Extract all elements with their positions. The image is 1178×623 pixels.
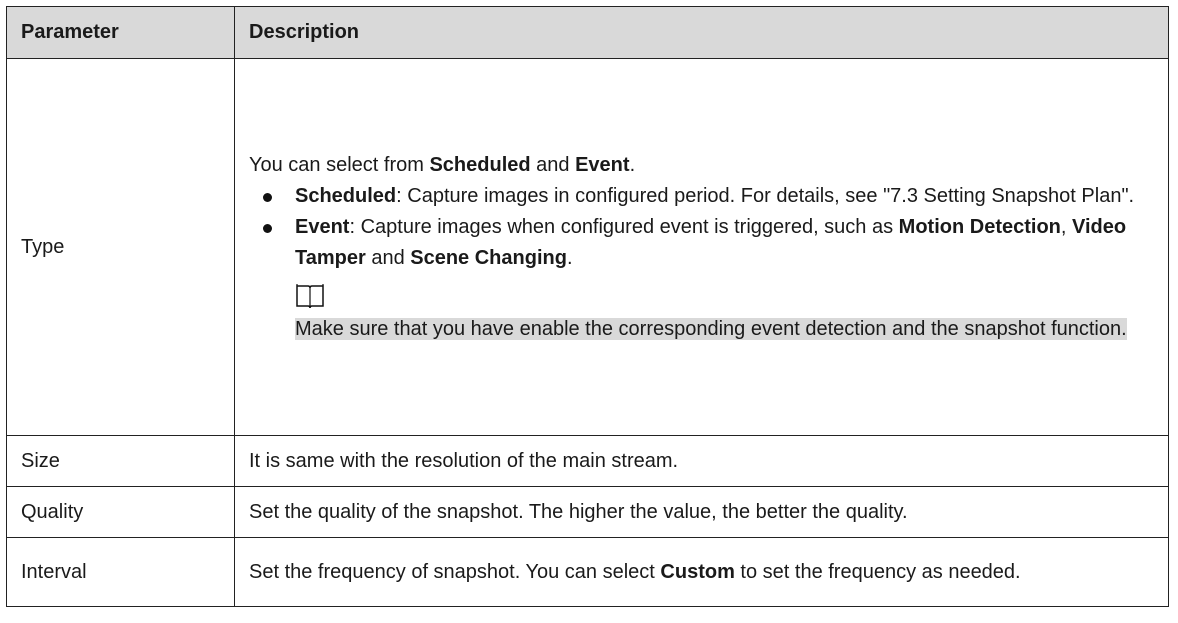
param-description: Set the frequency of snapshot. You can s… bbox=[234, 537, 1169, 607]
table-row: Interval Set the frequency of snapshot. … bbox=[6, 537, 1169, 607]
note-text: Make sure that you have enable the corre… bbox=[295, 317, 1127, 340]
parameter-table: Parameter Description Type You can selec… bbox=[6, 6, 1169, 607]
bullet-icon bbox=[263, 223, 272, 233]
table-row: Type You can select from Scheduled and E… bbox=[6, 58, 1169, 436]
list-item: Scheduled: Capture images in configured … bbox=[249, 181, 1154, 212]
table-row: Size It is same with the resolution of t… bbox=[6, 435, 1169, 487]
param-name: Interval bbox=[6, 537, 235, 607]
param-description: Set the quality of the snapshot. The hig… bbox=[234, 486, 1169, 538]
param-name: Type bbox=[6, 58, 235, 436]
table-row: Quality Set the quality of the snapshot.… bbox=[6, 486, 1169, 538]
book-icon bbox=[295, 282, 1154, 310]
param-description: It is same with the resolution of the ma… bbox=[234, 435, 1169, 487]
type-options-list: Scheduled: Capture images in configured … bbox=[249, 181, 1154, 345]
list-item: Event: Capture images when configured ev… bbox=[249, 212, 1154, 345]
header-parameter: Parameter bbox=[6, 6, 235, 59]
param-name: Size bbox=[6, 435, 235, 487]
header-description: Description bbox=[234, 6, 1169, 59]
bullet-icon bbox=[263, 192, 272, 202]
param-description: You can select from Scheduled and Event.… bbox=[234, 58, 1169, 436]
param-name: Quality bbox=[6, 486, 235, 538]
table-header-row: Parameter Description bbox=[6, 6, 1169, 59]
type-intro: You can select from Scheduled and Event. bbox=[249, 153, 636, 176]
